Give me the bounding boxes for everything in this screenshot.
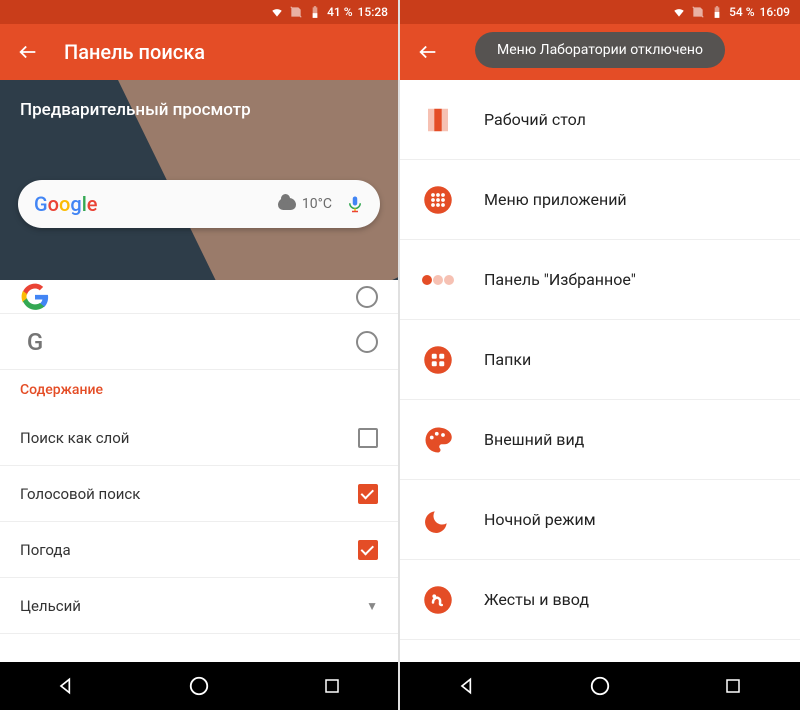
- nav-back-button[interactable]: [437, 666, 497, 706]
- desktop-icon: [420, 102, 456, 138]
- radio-unchecked[interactable]: [356, 331, 378, 353]
- option-weather[interactable]: Погода: [0, 522, 398, 578]
- settings-item-desktop[interactable]: Рабочий стол: [400, 80, 800, 160]
- battery-icon: [710, 5, 724, 19]
- status-bar: 54 % 16:09: [400, 0, 800, 24]
- nav-home-button[interactable]: [570, 666, 630, 706]
- settings-item-folders[interactable]: Папки: [400, 320, 800, 400]
- settings-item-look-feel[interactable]: Внешний вид: [400, 400, 800, 480]
- status-bar: 41 % 15:28: [0, 0, 398, 24]
- mic-icon[interactable]: [346, 193, 364, 215]
- nav-back-button[interactable]: [36, 666, 96, 706]
- nav-bar: [400, 662, 800, 710]
- cloud-icon: [278, 198, 296, 210]
- dock-icon: [420, 262, 456, 298]
- nav-recent-button[interactable]: [302, 666, 362, 706]
- toast-lab-disabled: Меню Лаборатории отключено: [475, 32, 725, 68]
- gesture-icon: [420, 582, 456, 618]
- checkbox-checked[interactable]: [358, 540, 378, 560]
- settings-item-gestures[interactable]: Жесты и ввод: [400, 560, 800, 640]
- option-celsius[interactable]: Цельсий ▼: [0, 578, 398, 634]
- arrow-left-icon: [17, 41, 39, 63]
- weather-widget[interactable]: 10°C: [278, 196, 332, 212]
- option-voice-search[interactable]: Голосовой поиск: [0, 466, 398, 522]
- battery-percent: 54 %: [729, 5, 754, 19]
- page-title: Панель поиска: [64, 40, 205, 64]
- palette-icon: [420, 422, 456, 458]
- folder-icon: [420, 342, 456, 378]
- clock: 15:28: [358, 5, 388, 19]
- search-pill[interactable]: Google 10°C: [18, 180, 380, 228]
- chevron-down-icon: ▼: [366, 599, 378, 613]
- section-header-content: Содержание: [0, 370, 398, 410]
- settings-item-app-menu[interactable]: Меню приложений: [400, 160, 800, 240]
- option-search-layer[interactable]: Поиск как слой: [0, 410, 398, 466]
- wifi-icon: [270, 5, 284, 19]
- screen-nova-settings: 54 % 16:09 Меню Лаборатории отключено Ра…: [400, 0, 800, 710]
- triangle-back-icon: [457, 676, 477, 696]
- circle-home-icon: [589, 675, 611, 697]
- checkbox-checked[interactable]: [358, 484, 378, 504]
- moon-icon: [420, 502, 456, 538]
- preview-hero: Предварительный просмотр Google 10°C: [0, 80, 398, 280]
- screen-search-panel: 41 % 15:28 Панель поиска Предварительный…: [0, 0, 400, 710]
- settings-list: Рабочий стол Меню приложений Панель "Изб…: [400, 80, 800, 662]
- no-sim-icon: [691, 5, 705, 19]
- google-g-mono-icon: G: [20, 327, 50, 357]
- settings-item-night-mode[interactable]: Ночной режим: [400, 480, 800, 560]
- battery-icon: [308, 5, 322, 19]
- preview-label: Предварительный просмотр: [20, 100, 251, 120]
- triangle-back-icon: [56, 676, 76, 696]
- circle-home-icon: [188, 675, 210, 697]
- app-grid-icon: [420, 182, 456, 218]
- back-button[interactable]: [8, 32, 48, 72]
- square-recent-icon: [323, 677, 341, 695]
- checkbox-unchecked[interactable]: [358, 428, 378, 448]
- nav-recent-button[interactable]: [703, 666, 763, 706]
- settings-item-favorites[interactable]: Панель "Избранное": [400, 240, 800, 320]
- square-recent-icon: [724, 677, 742, 695]
- clock: 16:09: [760, 5, 790, 19]
- options-list: G Содержание Поиск как слой Голосовой по…: [0, 280, 398, 662]
- logo-option-google-color[interactable]: [0, 280, 398, 314]
- radio-unchecked[interactable]: [356, 286, 378, 308]
- google-g-color-icon: [20, 282, 50, 312]
- wifi-icon: [672, 5, 686, 19]
- battery-percent: 41 %: [327, 5, 352, 19]
- google-logo: Google: [34, 192, 98, 216]
- no-sim-icon: [289, 5, 303, 19]
- logo-option-google-mono[interactable]: G: [0, 314, 398, 370]
- nav-home-button[interactable]: [169, 666, 229, 706]
- weather-temp: 10°C: [302, 196, 332, 212]
- app-bar: Меню Лаборатории отключено: [400, 24, 800, 80]
- arrow-left-icon: [417, 41, 439, 63]
- back-button[interactable]: [408, 32, 448, 72]
- nav-bar: [0, 662, 398, 710]
- app-bar: Панель поиска: [0, 24, 398, 80]
